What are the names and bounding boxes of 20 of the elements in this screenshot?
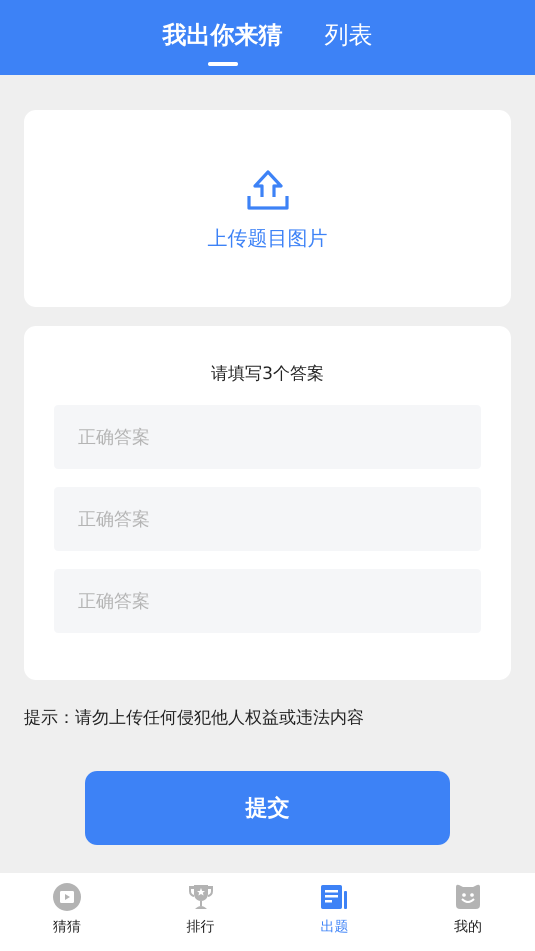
upload-card[interactable]: 上传题目图片 [24,110,511,307]
answer-field[interactable]: 正确答案 [54,405,481,469]
document-icon [320,883,348,911]
trophy-icon [186,883,215,911]
answers-title: 请填写3个答案 [210,363,325,385]
face-icon [454,883,482,911]
upload-label: 上传题目图片 [208,225,328,252]
tip-text: 提示：请勿上传任何侵犯他人权益或违法内容 [24,707,365,729]
nav-item[interactable]: 猜猜 [0,873,134,951]
tab[interactable]: 列表 [324,0,372,72]
answer-field[interactable]: 正确答案 [54,569,481,633]
nav-item[interactable]: 排行 [134,873,268,951]
tab-indicator [208,62,238,66]
play-icon [52,883,81,911]
tab[interactable]: 我出你来猜 [162,0,282,72]
nav-item[interactable]: 出题 [268,873,402,951]
nav-item[interactable]: 我的 [401,873,535,951]
answer-field[interactable]: 正确答案 [54,487,481,551]
upload-icon [246,169,290,211]
submit-button[interactable]: 提交 [85,771,450,845]
